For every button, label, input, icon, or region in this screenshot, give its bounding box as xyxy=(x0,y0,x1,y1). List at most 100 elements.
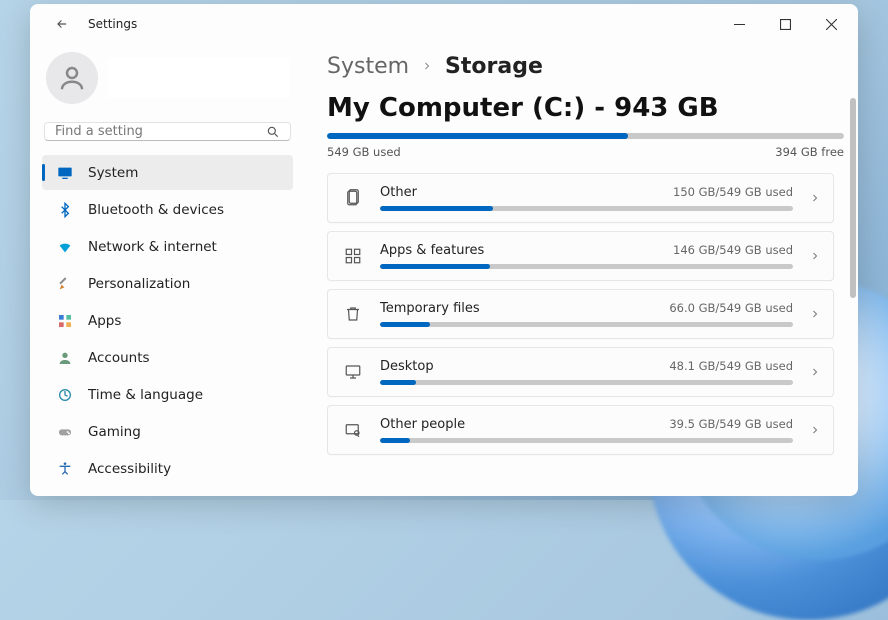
vertical-scrollbar[interactable] xyxy=(850,44,856,496)
settings-window: Settings xyxy=(30,4,858,496)
gamepad-icon xyxy=(56,423,74,441)
main-panel: System Storage My Computer (C:) - 943 GB… xyxy=(305,44,858,496)
category-usage-bar xyxy=(380,264,793,269)
category-usage-bar xyxy=(380,380,793,385)
chevron-right-icon xyxy=(809,308,821,320)
category-used-label: 150 GB/549 GB used xyxy=(673,185,793,199)
chevron-right-icon xyxy=(421,57,433,76)
breadcrumb-parent[interactable]: System xyxy=(327,54,409,79)
people-icon xyxy=(342,421,364,439)
avatar xyxy=(46,52,98,104)
sidebar-item-label: Accessibility xyxy=(88,461,171,477)
category-usage-bar-fill xyxy=(380,322,430,327)
category-name: Other people xyxy=(380,417,465,432)
trash-icon xyxy=(342,305,364,323)
apps-icon xyxy=(56,312,74,330)
person-icon xyxy=(57,63,87,93)
sidebar-item-label: Bluetooth & devices xyxy=(88,202,224,218)
drive-usage-bar xyxy=(327,133,844,139)
storage-categories: Other 150 GB/549 GB used Apps & features 14… xyxy=(327,173,844,496)
drive-free-label: 394 GB free xyxy=(775,145,844,159)
back-arrow-icon xyxy=(55,17,69,31)
sidebar-item-label: Gaming xyxy=(88,424,141,440)
accessibility-icon xyxy=(56,460,74,478)
sidebar: System Bluetooth & devices Network & inter… xyxy=(30,44,305,496)
maximize-icon xyxy=(780,19,791,30)
category-usage-bar-fill xyxy=(380,438,410,443)
chevron-right-icon xyxy=(809,366,821,378)
close-button[interactable] xyxy=(808,4,854,44)
profile-header[interactable] xyxy=(42,48,293,118)
clock-globe-icon xyxy=(56,386,74,404)
wifi-icon xyxy=(56,238,74,256)
sidebar-item-accessibility[interactable]: Accessibility xyxy=(42,451,293,486)
close-icon xyxy=(826,19,837,30)
sidebar-item-label: Network & internet xyxy=(88,239,217,255)
titlebar: Settings xyxy=(30,4,858,44)
storage-category-row[interactable]: Temporary files66.0 GB/549 GB used xyxy=(327,289,834,339)
breadcrumb-current: Storage xyxy=(445,54,543,79)
sidebar-item-bluetooth-devices[interactable]: Bluetooth & devices xyxy=(42,192,293,227)
window-title: Settings xyxy=(88,17,137,31)
drive-used-label: 549 GB used xyxy=(327,145,401,159)
storage-category-row[interactable]: Other 150 GB/549 GB used xyxy=(327,173,834,223)
minimize-button[interactable] xyxy=(716,4,762,44)
nav: System Bluetooth & devices Network & inter… xyxy=(42,155,293,486)
category-body: Other 150 GB/549 GB used xyxy=(380,185,793,211)
sidebar-item-label: Apps xyxy=(88,313,121,329)
monitor-icon xyxy=(342,363,364,381)
category-usage-bar xyxy=(380,322,793,327)
drive-title: My Computer (C:) - 943 GB xyxy=(327,93,844,123)
chevron-right-icon xyxy=(809,250,821,262)
storage-category-row[interactable]: Apps & features 146 GB/549 GB used xyxy=(327,231,834,281)
category-usage-bar xyxy=(380,438,793,443)
storage-category-row[interactable]: Desktop 48.1 GB/549 GB used xyxy=(327,347,834,397)
back-button[interactable] xyxy=(50,12,74,36)
breadcrumb: System Storage xyxy=(327,54,844,79)
drive-usage-meta: 549 GB used 394 GB free xyxy=(327,145,844,159)
search-icon xyxy=(266,125,280,139)
other-icon xyxy=(342,189,364,207)
category-body: Apps & features 146 GB/549 GB used xyxy=(380,243,793,269)
storage-category-row[interactable]: Other people 39.5 GB/549 GB used xyxy=(327,405,834,455)
sidebar-item-label: Personalization xyxy=(88,276,190,292)
sidebar-item-system[interactable]: System xyxy=(42,155,293,190)
category-name: Other xyxy=(380,185,417,200)
sidebar-item-gaming[interactable]: Gaming xyxy=(42,414,293,449)
category-usage-bar-fill xyxy=(380,264,490,269)
brush-icon xyxy=(56,275,74,293)
sidebar-item-time-language[interactable]: Time & language xyxy=(42,377,293,412)
sidebar-item-label: Accounts xyxy=(88,350,150,366)
category-body: Other people 39.5 GB/549 GB used xyxy=(380,417,793,443)
chevron-right-icon xyxy=(809,424,821,436)
category-body: Desktop 48.1 GB/549 GB used xyxy=(380,359,793,385)
category-usage-bar-fill xyxy=(380,380,416,385)
sidebar-item-apps[interactable]: Apps xyxy=(42,303,293,338)
category-name: Desktop xyxy=(380,359,434,374)
sidebar-item-personalization[interactable]: Personalization xyxy=(42,266,293,301)
sidebar-item-label: Time & language xyxy=(88,387,203,403)
category-used-label: 39.5 GB/549 GB used xyxy=(669,417,793,431)
search-box[interactable] xyxy=(44,122,291,141)
category-used-label: 146 GB/549 GB used xyxy=(673,243,793,257)
profile-name-area xyxy=(108,58,289,98)
category-used-label: 48.1 GB/549 GB used xyxy=(669,359,793,373)
minimize-icon xyxy=(734,19,745,30)
apps-grid-icon xyxy=(342,247,364,265)
category-name: Apps & features xyxy=(380,243,484,258)
maximize-button[interactable] xyxy=(762,4,808,44)
bluetooth-icon xyxy=(56,201,74,219)
search-input[interactable] xyxy=(55,124,266,139)
sidebar-item-network-internet[interactable]: Network & internet xyxy=(42,229,293,264)
drive-usage-bar-fill xyxy=(327,133,628,139)
scrollbar-thumb[interactable] xyxy=(850,98,856,298)
category-name: Temporary files xyxy=(380,301,480,316)
category-usage-bar-fill xyxy=(380,206,493,211)
category-usage-bar xyxy=(380,206,793,211)
category-body: Temporary files66.0 GB/549 GB used xyxy=(380,301,793,327)
chevron-right-icon xyxy=(809,192,821,204)
person-icon xyxy=(56,349,74,367)
window-controls xyxy=(716,4,854,44)
sidebar-item-accounts[interactable]: Accounts xyxy=(42,340,293,375)
sidebar-item-label: System xyxy=(88,165,138,181)
